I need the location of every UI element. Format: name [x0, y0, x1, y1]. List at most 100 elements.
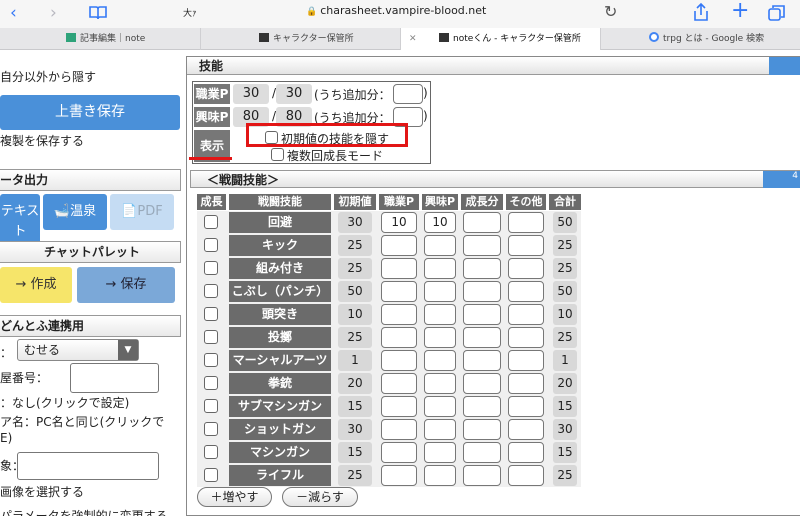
text-size-button[interactable]: 大ｧ	[183, 6, 197, 19]
other-input[interactable]	[508, 442, 544, 463]
hobby-input[interactable]	[424, 373, 456, 394]
other-input[interactable]	[508, 327, 544, 348]
growth-checkbox[interactable]	[204, 284, 218, 298]
job-input[interactable]	[381, 327, 417, 348]
other-input[interactable]	[508, 235, 544, 256]
growth-checkbox[interactable]	[204, 238, 218, 252]
job-input[interactable]	[381, 235, 417, 256]
job-input[interactable]	[381, 465, 417, 486]
growth-checkbox[interactable]	[204, 376, 218, 390]
new-tab-icon[interactable]: +	[731, 0, 749, 22]
job-input[interactable]	[381, 281, 417, 302]
other-input[interactable]	[508, 396, 544, 417]
job-input[interactable]	[381, 396, 417, 417]
growth-checkbox[interactable]	[204, 261, 218, 275]
room-number-input[interactable]	[70, 363, 159, 393]
onsen-output-tile[interactable]: 🛁温泉	[43, 194, 107, 230]
choose-image-link[interactable]: 画像を選択する	[0, 483, 84, 500]
other-input[interactable]	[508, 465, 544, 486]
tab-notekun-active[interactable]: ✕ noteくん - キャラクター保管所	[400, 28, 600, 50]
growth-input[interactable]	[463, 258, 501, 279]
skills-corner-tab[interactable]	[769, 57, 800, 75]
growth-checkbox[interactable]	[204, 399, 218, 413]
job-extra-input[interactable]	[393, 84, 423, 104]
overwrite-save-button[interactable]: 上書き保存	[0, 95, 180, 130]
job-input[interactable]: 10	[381, 212, 417, 233]
hobby-input[interactable]	[424, 235, 456, 256]
growth-input[interactable]	[463, 442, 501, 463]
skill-name: ライフル	[229, 465, 331, 486]
other-input[interactable]	[508, 419, 544, 440]
tabs-overview-icon[interactable]	[768, 4, 786, 22]
battle-corner-tab[interactable]: 4	[763, 171, 800, 188]
share-icon[interactable]	[692, 2, 710, 22]
growth-input[interactable]	[463, 396, 501, 417]
hobby-input[interactable]: 10	[424, 212, 456, 233]
hobby-input[interactable]	[424, 304, 456, 325]
address-bar[interactable]: 🔒 charasheet.vampire-blood.net	[306, 4, 486, 17]
job-input[interactable]	[381, 258, 417, 279]
job-input[interactable]	[381, 304, 417, 325]
back-icon[interactable]: ‹	[10, 3, 17, 23]
room-setting-link[interactable]: ：なし(クリックで設定)	[0, 394, 129, 411]
save-copy-link[interactable]: 複製を保存する	[0, 132, 84, 149]
growth-checkbox[interactable]	[204, 422, 218, 436]
job-input[interactable]	[381, 442, 417, 463]
remove-row-button[interactable]: －減らす	[282, 487, 358, 507]
growth-input[interactable]	[463, 235, 501, 256]
hobby-input[interactable]	[424, 442, 456, 463]
job-input[interactable]	[381, 373, 417, 394]
growth-input[interactable]	[463, 373, 501, 394]
other-input[interactable]	[508, 350, 544, 371]
create-palette-button[interactable]: → 作成	[0, 267, 72, 303]
other-input[interactable]	[508, 258, 544, 279]
image-input[interactable]	[17, 452, 159, 480]
force-param-link[interactable]: パラメータを強制的に変更する	[0, 507, 168, 516]
pdf-output-tile[interactable]: 📄PDF	[110, 194, 174, 230]
job-input[interactable]	[381, 419, 417, 440]
select-value: むせる	[24, 343, 61, 357]
growth-input[interactable]	[463, 465, 501, 486]
growth-input[interactable]	[463, 304, 501, 325]
total-value: 50	[553, 212, 577, 233]
growth-checkbox[interactable]	[204, 353, 218, 367]
other-input[interactable]	[508, 281, 544, 302]
hobby-input[interactable]	[424, 258, 456, 279]
hide-from-others-label[interactable]: 自分以外から隠す	[0, 68, 96, 85]
hobby-input[interactable]	[424, 419, 456, 440]
growth-checkbox[interactable]	[204, 307, 218, 321]
hobby-input[interactable]	[424, 465, 456, 486]
save-palette-button[interactable]: → 保存	[77, 267, 175, 303]
hobby-input[interactable]	[424, 281, 456, 302]
growth-input[interactable]	[463, 327, 501, 348]
reload-icon[interactable]: ↻	[604, 2, 617, 21]
growth-input[interactable]	[463, 419, 501, 440]
growth-input[interactable]	[463, 350, 501, 371]
growth-checkbox[interactable]	[204, 468, 218, 482]
character-select[interactable]: むせる ▼	[17, 339, 139, 361]
growth-checkbox[interactable]	[204, 445, 218, 459]
forward-icon[interactable]: ›	[50, 3, 57, 23]
hobby-input[interactable]	[424, 350, 456, 371]
left-side-panel: 自分以外から隠す 上書き保存 複製を保存する ータ出力 テキスト 🛁温泉 📄PD…	[0, 51, 181, 516]
close-tab-icon[interactable]: ✕	[409, 28, 417, 50]
other-input[interactable]	[508, 212, 544, 233]
multi-growth-checkbox[interactable]	[271, 148, 284, 161]
hobby-input[interactable]	[424, 396, 456, 417]
tab-google-search[interactable]: trpg とは - Google 検索	[600, 28, 800, 50]
growth-input[interactable]	[463, 212, 501, 233]
multi-growth-label[interactable]: 複数回成長モード	[287, 147, 383, 164]
growth-input[interactable]	[463, 281, 501, 302]
growth-checkbox[interactable]	[204, 330, 218, 344]
job-input[interactable]	[381, 350, 417, 371]
growth-checkbox[interactable]	[204, 215, 218, 229]
other-input[interactable]	[508, 304, 544, 325]
hobby-input[interactable]	[424, 327, 456, 348]
add-row-button[interactable]: ＋増やす	[197, 487, 272, 507]
name-setting-link[interactable]: ア名：PC名と同じ(クリックで	[0, 413, 164, 430]
tab-chara-storage[interactable]: キャラクター保管所	[200, 28, 400, 50]
bookmarks-book-icon[interactable]	[88, 5, 108, 21]
tab-note-edit[interactable]: 記事編集｜note	[58, 28, 200, 50]
other-input[interactable]	[508, 373, 544, 394]
table-row: マーシャルアーツ 1 1	[197, 349, 581, 372]
